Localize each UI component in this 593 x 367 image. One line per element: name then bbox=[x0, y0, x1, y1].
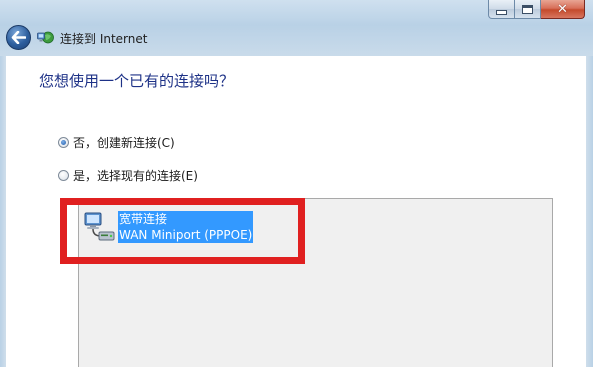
caption-buttons: ✕ bbox=[488, 0, 585, 20]
back-arrow-icon bbox=[11, 31, 26, 44]
connection-list[interactable]: 宽带连接 WAN Miniport (PPPOE) bbox=[78, 198, 553, 367]
back-button[interactable] bbox=[6, 25, 31, 50]
wizard-content: 您想使用一个已有的连接吗？ 否，创建新连接(C) 是，选择现有的连接(E) 宽带… bbox=[6, 56, 586, 367]
network-globe-icon bbox=[37, 31, 54, 44]
network-computer-icon bbox=[84, 212, 115, 241]
connection-text[interactable]: 宽带连接 WAN Miniport (PPPOE) bbox=[118, 211, 254, 243]
list-item-broadband[interactable]: 宽带连接 WAN Miniport (PPPOE) bbox=[83, 209, 254, 243]
option-use-existing[interactable]: 是，选择现有的连接(E) bbox=[58, 167, 198, 184]
close-button[interactable]: ✕ bbox=[541, 0, 585, 19]
maximize-icon bbox=[522, 4, 533, 14]
window-title: 连接到 Internet bbox=[60, 32, 148, 46]
connection-device: WAN Miniport (PPPOE) bbox=[119, 228, 253, 242]
close-icon: ✕ bbox=[557, 1, 568, 17]
option-create-new[interactable]: 否，创建新连接(C) bbox=[58, 134, 175, 151]
connection-name: 宽带连接 bbox=[119, 212, 168, 226]
option-create-new-label[interactable]: 否，创建新连接(C) bbox=[73, 134, 175, 151]
connect-to-internet-window: ✕ 连接到 Internet 您想使用一个已有的连接吗？ 否，创建新连接(C) bbox=[0, 0, 593, 367]
title-bar: ✕ 连接到 Internet bbox=[0, 0, 593, 56]
minimize-button[interactable] bbox=[488, 0, 515, 19]
minimize-icon bbox=[496, 9, 507, 15]
option-use-existing-label[interactable]: 是，选择现有的连接(E) bbox=[73, 167, 198, 184]
radio-selected-dot bbox=[61, 140, 66, 145]
page-heading: 您想使用一个已有的连接吗？ bbox=[39, 72, 235, 90]
radio-button-create-new[interactable] bbox=[58, 137, 69, 148]
window-frame-right bbox=[586, 56, 593, 367]
maximize-button[interactable] bbox=[515, 0, 541, 19]
radio-button-use-existing[interactable] bbox=[58, 170, 69, 181]
